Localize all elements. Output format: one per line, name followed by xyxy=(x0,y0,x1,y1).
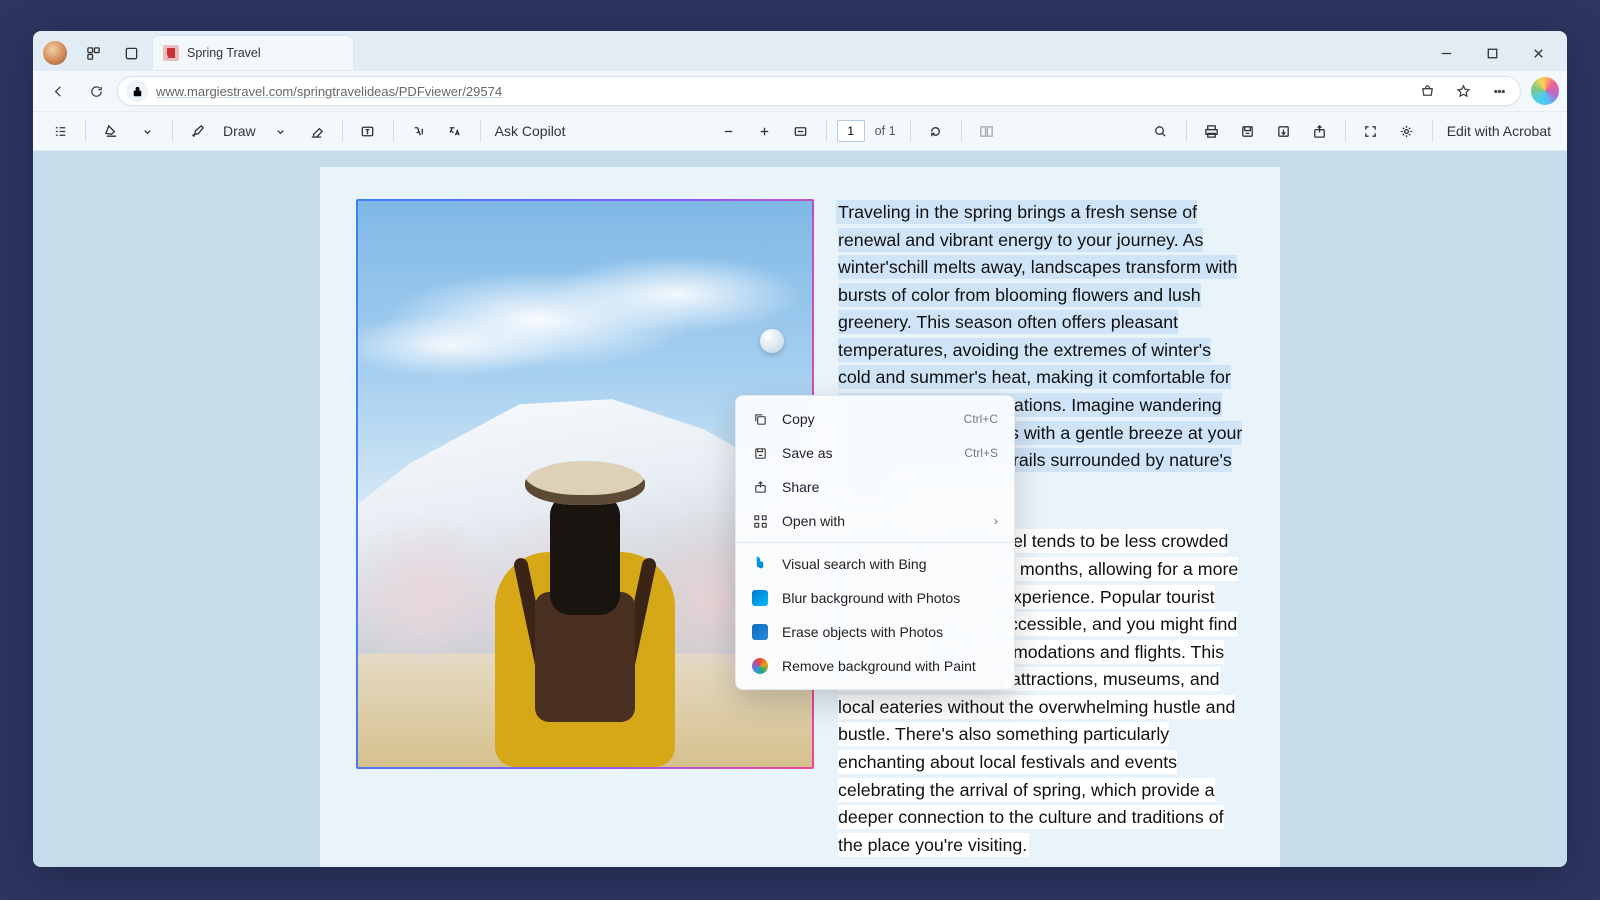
read-aloud-icon[interactable] xyxy=(404,116,434,146)
zoom-in-button[interactable] xyxy=(750,116,780,146)
copilot-icon[interactable] xyxy=(1531,77,1559,105)
menu-erase-objects-photos[interactable]: Erase objects with Photos xyxy=(736,615,1014,649)
zoom-out-button[interactable] xyxy=(714,116,744,146)
favorites-icon[interactable] xyxy=(1446,75,1480,107)
photos-app-icon xyxy=(752,624,768,640)
rotate-icon[interactable] xyxy=(921,116,951,146)
workspaces-icon[interactable] xyxy=(77,39,109,67)
tab-spring-travel[interactable]: Spring Travel xyxy=(153,36,353,70)
tab-actions-icon[interactable] xyxy=(115,39,147,67)
menu-share[interactable]: Share xyxy=(736,470,1014,504)
erase-icon[interactable] xyxy=(302,116,332,146)
print-icon[interactable] xyxy=(1197,116,1227,146)
address-bar: www.margiestravel.com/springtravelideas/… xyxy=(33,71,1567,111)
chevron-down-icon[interactable] xyxy=(132,116,162,146)
pdf-favicon-icon xyxy=(163,45,179,61)
copy-icon xyxy=(752,411,768,427)
fullscreen-icon[interactable] xyxy=(1356,116,1386,146)
more-icon[interactable] xyxy=(1482,75,1516,107)
fit-width-icon[interactable] xyxy=(786,116,816,146)
shortcut-label: Ctrl+C xyxy=(964,412,998,426)
menu-blur-background-photos[interactable]: Blur background with Photos xyxy=(736,581,1014,615)
visual-search-cursor-icon xyxy=(760,329,784,353)
save-icon[interactable] xyxy=(1233,116,1263,146)
menu-visual-search-bing[interactable]: Visual search with Bing xyxy=(736,547,1014,581)
bing-icon xyxy=(752,556,768,572)
window-minimize-button[interactable] xyxy=(1423,37,1469,69)
page-number-input[interactable] xyxy=(837,120,865,142)
draw-label[interactable]: Draw xyxy=(219,123,260,139)
omnibox[interactable]: www.margiestravel.com/springtravelideas/… xyxy=(117,76,1521,106)
back-button[interactable] xyxy=(41,75,75,107)
translate-icon[interactable] xyxy=(440,116,470,146)
highlight-icon[interactable] xyxy=(96,116,126,146)
tab-bar: Spring Travel xyxy=(33,31,1567,71)
draw-pen-icon[interactable] xyxy=(183,116,213,146)
image-context-menu: Copy Ctrl+C Save as Ctrl+S Share Open wi… xyxy=(735,395,1015,690)
tab-title: Spring Travel xyxy=(187,46,319,60)
text-box-icon[interactable] xyxy=(353,116,383,146)
page-view-icon[interactable] xyxy=(972,116,1002,146)
menu-remove-background-paint[interactable]: Remove background with Paint xyxy=(736,649,1014,683)
settings-icon[interactable] xyxy=(1392,116,1422,146)
profile-avatar[interactable] xyxy=(43,41,67,65)
save-as-icon[interactable] xyxy=(1269,116,1299,146)
chevron-down-icon[interactable] xyxy=(266,116,296,146)
menu-separator xyxy=(736,542,1014,543)
shortcut-label: Ctrl+S xyxy=(964,446,998,460)
shopping-icon[interactable] xyxy=(1410,75,1444,107)
share-icon xyxy=(752,479,768,495)
new-tab-button[interactable] xyxy=(359,38,389,68)
photos-app-icon xyxy=(752,590,768,606)
paint-app-icon xyxy=(752,658,768,674)
window-close-button[interactable] xyxy=(1515,37,1561,69)
menu-save-as[interactable]: Save as Ctrl+S xyxy=(736,436,1014,470)
menu-open-with[interactable]: Open with › xyxy=(736,504,1014,538)
save-icon xyxy=(752,445,768,461)
url-text: www.margiestravel.com/springtravelideas/… xyxy=(156,84,502,99)
pdf-toolbar: Draw Ask Copilot of 1 xyxy=(33,111,1567,151)
table-of-contents-icon[interactable] xyxy=(45,116,75,146)
chevron-right-icon: › xyxy=(994,514,998,528)
window-maximize-button[interactable] xyxy=(1469,37,1515,69)
tab-close-icon[interactable] xyxy=(327,45,343,61)
open-with-icon xyxy=(752,513,768,529)
search-icon[interactable] xyxy=(1146,116,1176,146)
menu-copy[interactable]: Copy Ctrl+C xyxy=(736,402,1014,436)
share-icon[interactable] xyxy=(1305,116,1335,146)
edit-with-acrobat-button[interactable]: Edit with Acrobat xyxy=(1443,123,1555,139)
site-info-icon[interactable] xyxy=(126,80,148,102)
refresh-button[interactable] xyxy=(79,75,113,107)
ask-copilot-button[interactable]: Ask Copilot xyxy=(491,123,570,139)
page-total-label: of 1 xyxy=(871,124,900,138)
